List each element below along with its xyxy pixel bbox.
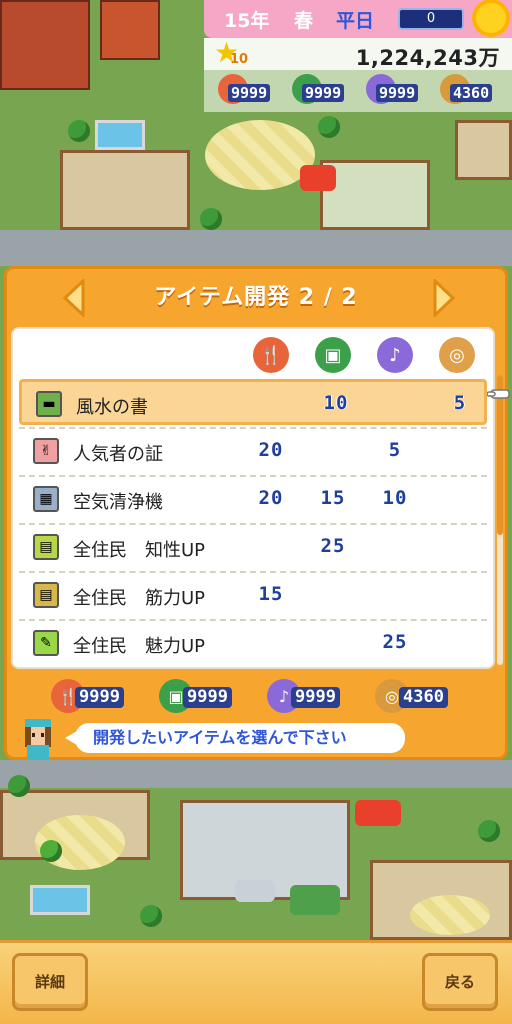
cost-bag: 10 (323, 392, 349, 414)
bottom-bar: 詳細 戻る (0, 940, 512, 1024)
wand-icon: ✎ (33, 630, 59, 656)
tree (478, 820, 500, 842)
money-value: 1,224,243万 (355, 46, 500, 70)
chevron-right-icon (433, 279, 456, 317)
scroll-icon: ▤ (33, 534, 59, 560)
year-label: 15年 (224, 10, 270, 32)
plaza (205, 120, 315, 190)
pool (30, 885, 90, 915)
weather-indicator: 0 (398, 8, 464, 30)
coin-icon: ◎ (439, 337, 475, 373)
list-scrollbar[interactable] (497, 375, 503, 665)
item-name: 全住民 筋力UP (73, 588, 206, 609)
road (0, 230, 512, 266)
item-row-intelligence-up[interactable]: ▤ 全住民 知性UP 25 (19, 523, 487, 569)
food-stand (300, 165, 336, 191)
instruction-text: 開発したいアイテムを選んで下さい (93, 728, 347, 747)
palm-tree (318, 116, 340, 138)
cost-music: 5 (388, 439, 402, 461)
dialog-header: アイテム開発 2 / 2 (7, 269, 505, 327)
back-button[interactable]: 戻る (422, 953, 498, 1011)
bag-icon: ▣ (315, 337, 351, 373)
tree (140, 905, 162, 927)
stock-value: 9999 (75, 687, 124, 708)
status-hud: 15年 春 平日 0 ★ 10 1,224,243万 9999 9999 999… (204, 0, 512, 112)
music-icon: ♪ (377, 337, 413, 373)
weather-value: 0 (426, 11, 436, 26)
day-type-label: 平日 (336, 10, 375, 32)
next-page-button[interactable] (431, 279, 457, 317)
tree (200, 208, 222, 230)
resource-value: 9999 (302, 84, 345, 102)
dialog-footer: 🍴 9999 ▣ 9999 ♪ 9999 ◎ 4360 開発したいアイテムを選ん… (7, 673, 505, 759)
resource-value: 9999 (376, 84, 419, 102)
pond (95, 120, 145, 150)
item-row-charm-up[interactable]: ✎ 全住民 魅力UP 25 (19, 619, 487, 665)
building-lot (60, 150, 190, 230)
pagoda-building (100, 0, 160, 60)
item-list: 🍴 ▣ ♪ ◎ ▬ 風水の書 10 5 ✌ 人気者の証 20 5 ▦ 空気清浄機… (11, 327, 495, 669)
item-row-fengshui-book[interactable]: ▬ 風水の書 10 5 (19, 379, 487, 425)
season-label: 春 (294, 10, 314, 32)
detail-button[interactable]: 詳細 (12, 953, 88, 1011)
item-name: 空気清浄機 (73, 492, 163, 513)
stock-value: 9999 (291, 687, 340, 708)
tree (8, 775, 30, 797)
item-name: 全住民 知性UP (73, 540, 206, 561)
sun-icon (476, 3, 506, 33)
item-row-popularity-proof[interactable]: ✌ 人気者の証 20 5 (19, 427, 487, 473)
food-icon: 🍴 (253, 337, 289, 373)
item-name: 風水の書 (76, 397, 148, 418)
instruction-bubble: 開発したいアイテムを選んで下さい (65, 723, 405, 753)
date-bar: 15年 春 平日 0 (204, 0, 512, 38)
advisor-avatar (25, 719, 51, 759)
hand-pointer-icon (487, 389, 510, 399)
money-bar: ★ 10 1,224,243万 (204, 38, 512, 70)
cost-bag: 15 (320, 487, 346, 509)
scroll-icon: ▤ (33, 582, 59, 608)
cost-music: 10 (382, 487, 408, 509)
cost-food: 20 (258, 487, 284, 509)
stock-value: 4360 (399, 687, 448, 708)
tree (68, 120, 90, 142)
cost-food: 15 (258, 583, 284, 605)
cost-bag: 25 (320, 535, 346, 557)
resource-value: 9999 (228, 84, 271, 102)
cost-music: 25 (382, 631, 408, 653)
star-level: 10 (230, 52, 249, 67)
cost-coin: 5 (453, 392, 467, 414)
stock-value: 9999 (183, 687, 232, 708)
item-development-dialog: アイテム開発 2 / 2 🍴 ▣ ♪ ◎ ▬ 風水の書 10 5 ✌ 人気者の証… (4, 266, 510, 760)
red-car (355, 800, 401, 826)
shrine-building (0, 0, 90, 90)
resource-bar: 9999 9999 9999 4360 (204, 70, 512, 112)
road (0, 760, 512, 788)
cost-food: 20 (258, 439, 284, 461)
book-icon: ▬ (36, 391, 62, 417)
plaza (410, 895, 490, 935)
building-lot (320, 160, 430, 230)
peace-sign-icon: ✌ (33, 438, 59, 464)
item-row-air-purifier[interactable]: ▦ 空気清浄機 20 15 10 (19, 475, 487, 521)
item-name: 人気者の証 (73, 444, 163, 465)
resource-value: 4360 (450, 84, 493, 102)
building-lot (455, 120, 512, 180)
item-row-strength-up[interactable]: ▤ 全住民 筋力UP 15 (19, 571, 487, 617)
white-car (235, 880, 275, 902)
cost-category-header: 🍴 ▣ ♪ ◎ (13, 329, 493, 379)
palm-tree (40, 840, 62, 862)
item-name: 全住民 魅力UP (73, 636, 206, 657)
air-purifier-icon: ▦ (33, 486, 59, 512)
green-car (290, 885, 340, 915)
